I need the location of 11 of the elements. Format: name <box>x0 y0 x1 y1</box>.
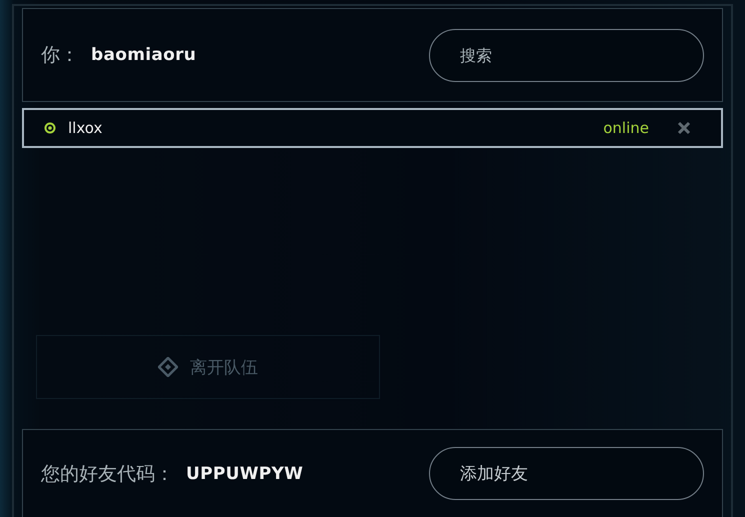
you-label: 你： <box>41 43 79 68</box>
diamond-icon <box>158 357 178 377</box>
friend-status: online <box>603 119 649 137</box>
add-friend-button[interactable]: 添加好友 <box>429 447 704 500</box>
friend-name: llxox <box>68 119 104 137</box>
friend-code-label: 您的好友代码： <box>41 462 174 486</box>
search-field[interactable]: 搜索 <box>429 28 704 82</box>
username: baomiaoru <box>91 45 196 65</box>
friend-code: UPPUWPYW <box>186 464 304 484</box>
close-icon[interactable] <box>677 121 691 135</box>
friend-row[interactable]: llxox online <box>22 108 723 148</box>
